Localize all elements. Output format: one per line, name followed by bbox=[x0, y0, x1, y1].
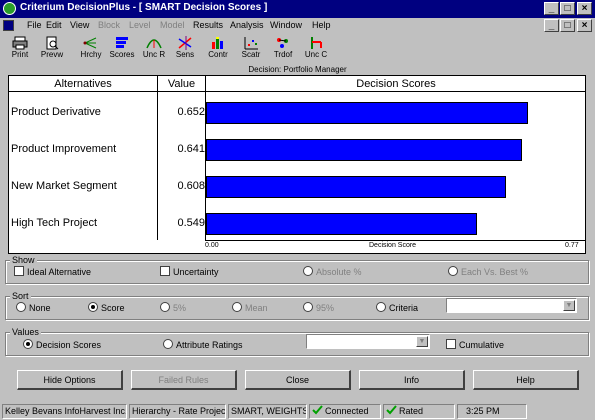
x-tick-label: 0.77 bbox=[565, 242, 579, 249]
toolbar-preview-button[interactable]: Prevw bbox=[37, 36, 67, 64]
each-vs-best-radio[interactable]: Each Vs. Best % bbox=[448, 266, 528, 278]
menu-file[interactable]: File bbox=[27, 20, 42, 30]
scores-column-header: Decision Scores bbox=[356, 78, 436, 90]
toolbar-unc-r-button[interactable]: Unc R bbox=[139, 36, 169, 64]
preview-icon bbox=[46, 36, 59, 50]
toolbar-print-button[interactable]: Print bbox=[5, 36, 35, 64]
chevron-down-icon[interactable]: ▼ bbox=[416, 336, 428, 347]
title-bar[interactable]: Criterium DecisionPlus - [ SMART Decisio… bbox=[0, 0, 595, 18]
alternative-value: 0.608 bbox=[177, 180, 205, 192]
help-button[interactable]: Help bbox=[473, 370, 579, 390]
absolute-percent-radio[interactable]: Absolute % bbox=[303, 266, 362, 278]
uncertainty-c-icon bbox=[311, 37, 322, 49]
check-icon bbox=[312, 405, 323, 415]
decision-header: Decision: Portfolio Manager bbox=[248, 65, 347, 74]
hide-options-button[interactable]: Hide Options bbox=[17, 370, 123, 390]
criteria-dropdown[interactable]: ▼ bbox=[446, 298, 577, 313]
tradeoff-icon bbox=[277, 38, 288, 48]
decision-scores-chart: Alternatives Value Decision Scores Produ… bbox=[8, 75, 586, 254]
x-axis bbox=[205, 240, 585, 241]
alternative-value: 0.549 bbox=[177, 217, 205, 229]
status-bar: Kelley Bevans InfoHarvest Inc. Hierarchy… bbox=[0, 402, 595, 420]
toolbar-contr-button[interactable]: Contr bbox=[203, 36, 233, 64]
menu-help[interactable]: Help bbox=[312, 20, 331, 30]
menu-view[interactable]: View bbox=[70, 20, 89, 30]
toolbar: Print Prevw Hrchy Scores Unc R Sens Cont… bbox=[0, 33, 595, 65]
alternative-value: 0.652 bbox=[177, 106, 205, 118]
score-bar[interactable] bbox=[206, 102, 528, 124]
status-mode: Hierarchy - Rate Projects bbox=[129, 404, 226, 419]
toolbar-hierarchy-button[interactable]: Hrchy bbox=[76, 36, 106, 64]
alternatives-column-header: Alternatives bbox=[54, 78, 112, 90]
alternative-label[interactable]: High Tech Project bbox=[11, 217, 97, 229]
status-method: SMART, WEIGHTS bbox=[228, 404, 307, 419]
toolbar-sens-button[interactable]: Sens bbox=[170, 36, 200, 64]
sort-score-radio[interactable]: Score bbox=[88, 302, 125, 314]
uncertainty-checkbox[interactable]: Uncertainty bbox=[160, 266, 219, 278]
contributions-icon bbox=[212, 37, 223, 49]
toolbar-unc-c-button[interactable]: Unc C bbox=[301, 36, 331, 64]
sort-mean-radio[interactable]: Mean bbox=[232, 302, 268, 314]
toolbar-scores-button[interactable]: Scores bbox=[107, 36, 137, 64]
score-bar[interactable] bbox=[206, 139, 522, 161]
app-icon[interactable] bbox=[3, 2, 16, 15]
chevron-down-icon[interactable]: ▼ bbox=[563, 300, 575, 311]
status-user: Kelley Bevans InfoHarvest Inc. bbox=[2, 404, 127, 419]
document-icon[interactable] bbox=[3, 20, 14, 31]
info-button[interactable]: Info bbox=[359, 370, 465, 390]
menu-results[interactable]: Results bbox=[193, 20, 223, 30]
alternative-label[interactable]: New Market Segment bbox=[11, 180, 117, 192]
alternative-label[interactable]: Product Derivative bbox=[11, 106, 101, 118]
score-bar[interactable] bbox=[206, 176, 506, 198]
value-column-header: Value bbox=[167, 78, 196, 90]
menu-window[interactable]: Window bbox=[270, 20, 302, 30]
doc-restore-button[interactable]: □ bbox=[560, 19, 575, 32]
status-rated: Rated bbox=[383, 404, 455, 419]
close-button[interactable]: × bbox=[577, 2, 592, 15]
x-tick-label: 0.00 bbox=[205, 242, 219, 249]
status-connected: Connected bbox=[309, 404, 381, 419]
status-time: 3:25 PM bbox=[457, 404, 527, 419]
scatter-icon bbox=[244, 37, 258, 50]
scores-icon bbox=[116, 37, 128, 48]
close-dialog-button[interactable]: Close bbox=[245, 370, 351, 390]
sort-group-title: Sort bbox=[10, 291, 31, 301]
menu-analysis[interactable]: Analysis bbox=[230, 20, 264, 30]
maximize-button[interactable]: □ bbox=[560, 2, 575, 15]
sort-5-percent-radio[interactable]: 5% bbox=[160, 302, 186, 314]
attribute-dropdown[interactable]: ▼ bbox=[306, 334, 430, 349]
x-axis-label: Decision Score bbox=[369, 242, 417, 249]
sensitivity-icon bbox=[178, 36, 192, 50]
values-group-title: Values bbox=[10, 327, 41, 337]
column-divider bbox=[157, 76, 158, 240]
sort-criteria-radio[interactable]: Criteria bbox=[376, 302, 418, 314]
sort-95-percent-radio[interactable]: 95% bbox=[303, 302, 334, 314]
decision-scores-radio[interactable]: Decision Scores bbox=[23, 339, 101, 351]
menu-bar: File Edit View Block Level Model Results… bbox=[0, 18, 595, 33]
printer-icon bbox=[12, 36, 28, 50]
hierarchy-icon bbox=[83, 37, 97, 49]
toolbar-trdof-button[interactable]: Trdof bbox=[268, 36, 298, 64]
ideal-alternative-checkbox[interactable]: Ideal Alternative bbox=[14, 266, 91, 278]
header-divider bbox=[9, 91, 585, 92]
alternative-label[interactable]: Product Improvement bbox=[11, 143, 116, 155]
failed-rules-button[interactable]: Failed Rules bbox=[131, 370, 237, 390]
toolbar-scatr-button[interactable]: Scatr bbox=[236, 36, 266, 64]
minimize-button[interactable]: _ bbox=[544, 2, 559, 15]
check-icon bbox=[386, 405, 397, 415]
doc-minimize-button[interactable]: _ bbox=[544, 19, 559, 32]
show-group-title: Show bbox=[10, 255, 37, 265]
menu-model[interactable]: Model bbox=[160, 20, 185, 30]
uncertainty-r-icon bbox=[146, 39, 162, 49]
doc-close-button[interactable]: × bbox=[577, 19, 592, 32]
score-bar[interactable] bbox=[206, 213, 477, 235]
window-title: Criterium DecisionPlus - [ SMART Decisio… bbox=[20, 2, 268, 13]
menu-block[interactable]: Block bbox=[98, 20, 120, 30]
menu-level[interactable]: Level bbox=[129, 20, 151, 30]
alternative-value: 0.641 bbox=[177, 143, 205, 155]
cumulative-checkbox[interactable]: Cumulative bbox=[446, 339, 504, 351]
menu-edit[interactable]: Edit bbox=[46, 20, 62, 30]
attribute-ratings-radio[interactable]: Attribute Ratings bbox=[163, 339, 243, 351]
sort-none-radio[interactable]: None bbox=[16, 302, 51, 314]
